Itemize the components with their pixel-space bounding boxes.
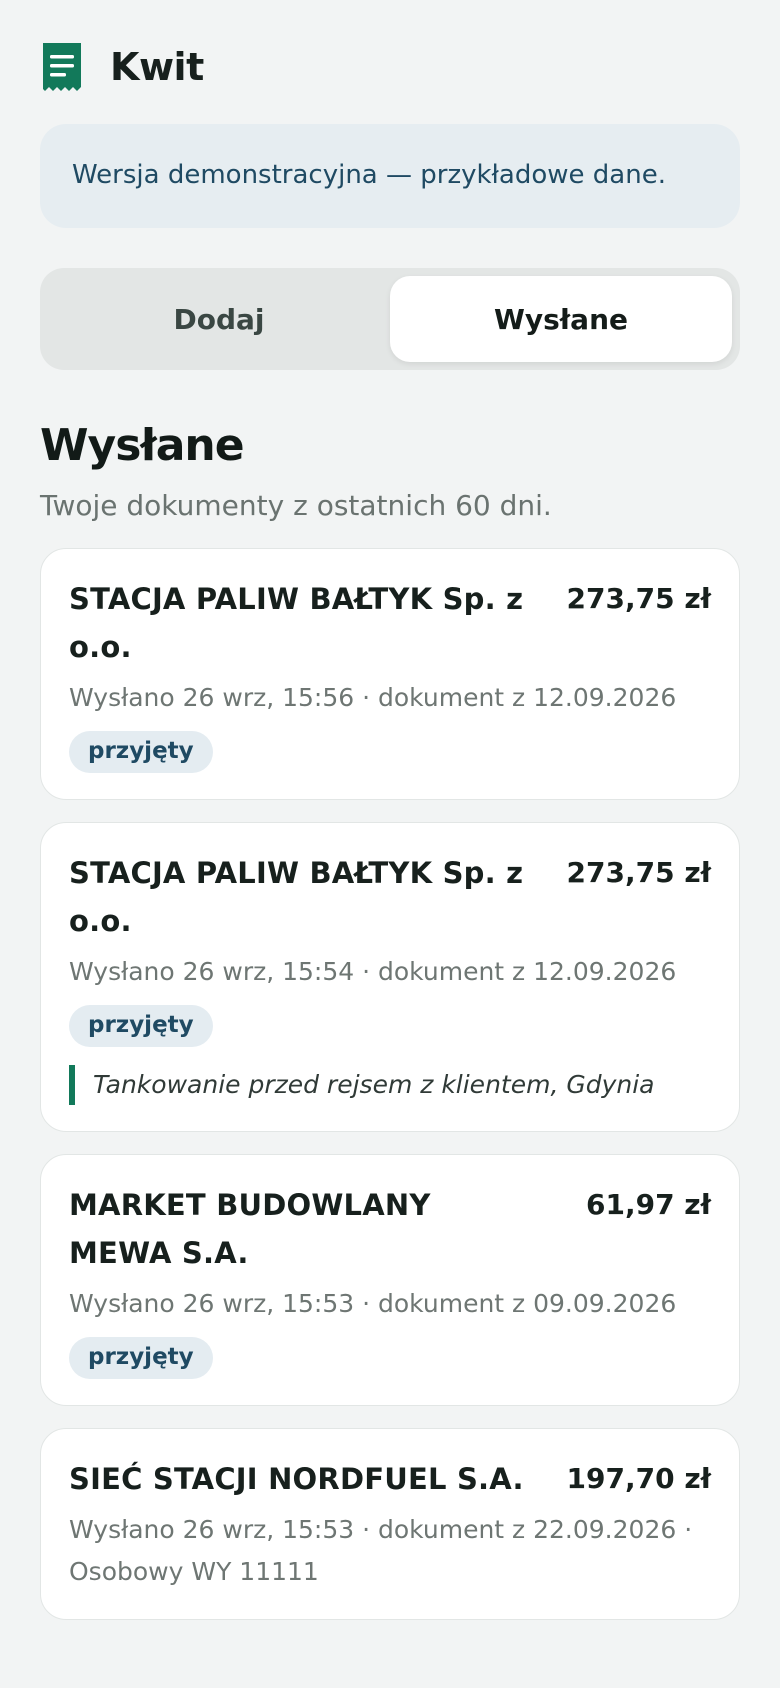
document-meta: Wysłano 26 wrz, 15:56 · dokument z 12.09…: [69, 683, 677, 712]
document-list: STACJA PALIW BAŁTYK Sp. z o.o. 273,75 zł…: [40, 548, 740, 1620]
app-title: Kwit: [110, 45, 204, 89]
card-header: MARKET BUDOWLANY MEWA S.A. 61,97 zł: [69, 1181, 711, 1277]
receipt-icon: [43, 43, 81, 91]
document-amount: 61,97 zł: [585, 1188, 711, 1221]
document-meta: Wysłano 26 wrz, 15:53 · dokument z 22.09…: [69, 1515, 693, 1586]
document-card[interactable]: STACJA PALIW BAŁTYK Sp. z o.o. 273,75 zł…: [40, 548, 740, 800]
document-meta: Wysłano 26 wrz, 15:53 · dokument z 09.09…: [69, 1289, 677, 1318]
document-amount: 273,75 zł: [566, 856, 711, 889]
document-card[interactable]: SIEĆ STACJI NORDFUEL S.A. 197,70 zł Wysł…: [40, 1428, 740, 1620]
merchant-name: SIEĆ STACJI NORDFUEL S.A.: [69, 1462, 524, 1496]
card-header: SIEĆ STACJI NORDFUEL S.A. 197,70 zł: [69, 1455, 711, 1503]
tab-switcher: Dodaj Wysłane: [40, 268, 740, 370]
page-subtitle: Twoje dokumenty z ostatnich 60 dni.: [40, 489, 552, 522]
document-amount: 273,75 zł: [566, 582, 711, 615]
status-badge: przyjęty: [69, 1005, 213, 1047]
status-badge: przyjęty: [69, 1337, 213, 1379]
demo-banner: Wersja demonstracyjna — przykładowe dane…: [40, 124, 740, 228]
document-meta: Wysłano 26 wrz, 15:54 · dokument z 12.09…: [69, 957, 677, 986]
page-title: Wysłane: [40, 420, 245, 471]
merchant-name: STACJA PALIW BAŁTYK Sp. z o.o.: [69, 582, 524, 664]
demo-banner-text: Wersja demonstracyjna — przykładowe dane…: [72, 160, 666, 190]
app-header: Kwit: [40, 32, 740, 102]
document-amount: 197,70 zł: [566, 1462, 711, 1495]
tab-dodaj[interactable]: Dodaj: [48, 276, 390, 362]
page: Kwit Wersja demonstracyjna — przykładowe…: [0, 0, 780, 1688]
card-header: STACJA PALIW BAŁTYK Sp. z o.o. 273,75 zł: [69, 849, 711, 945]
tab-wyslane[interactable]: Wysłane: [390, 276, 732, 362]
card-header: STACJA PALIW BAŁTYK Sp. z o.o. 273,75 zł: [69, 575, 711, 671]
status-badge: przyjęty: [69, 731, 213, 773]
merchant-name: MARKET BUDOWLANY MEWA S.A.: [69, 1188, 431, 1270]
document-card[interactable]: STACJA PALIW BAŁTYK Sp. z o.o. 273,75 zł…: [40, 822, 740, 1132]
merchant-name: STACJA PALIW BAŁTYK Sp. z o.o.: [69, 856, 524, 938]
document-card[interactable]: MARKET BUDOWLANY MEWA S.A. 61,97 zł Wysł…: [40, 1154, 740, 1406]
document-note: Tankowanie przed rejsem z klientem, Gdyn…: [69, 1065, 711, 1105]
